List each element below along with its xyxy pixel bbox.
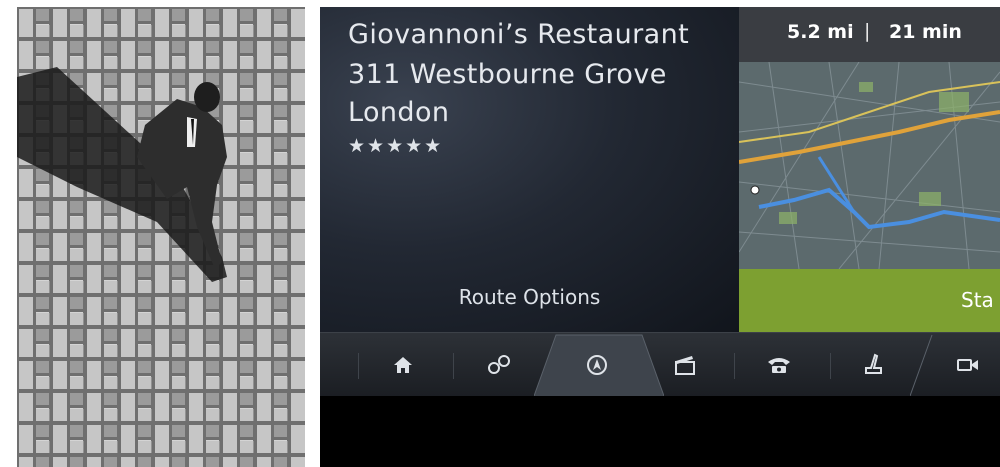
route-info-separator: | [864, 20, 871, 42]
nav-divider [453, 353, 454, 379]
street-photo [17, 7, 305, 467]
route-distance: 5.2 mi [787, 21, 854, 43]
destination-panel: Giovannoni’s Restaurant 311 Westbourne G… [320, 7, 739, 332]
nav-divider [830, 353, 831, 379]
bottom-nav-bar [320, 332, 1000, 396]
destination-street: 311 Westbourne Grove [348, 59, 667, 90]
phone-icon[interactable] [759, 345, 799, 385]
nav-tab-edge [910, 334, 933, 396]
rating-stars: ★★★★★ [348, 135, 444, 157]
route-info-bar: 5.2 mi | 21 min [739, 7, 1000, 62]
seat-icon[interactable] [853, 345, 893, 385]
clapperboard-icon[interactable] [665, 345, 705, 385]
navigation-icon[interactable] [577, 345, 617, 385]
home-icon[interactable] [383, 345, 423, 385]
screen-bottom-area [320, 396, 1000, 467]
destination-city: London [348, 97, 450, 128]
link-icon[interactable] [479, 345, 519, 385]
route-options-button[interactable]: Route Options [320, 285, 739, 309]
nav-divider [734, 353, 735, 379]
start-button-label: Sta [961, 288, 994, 312]
route-map-preview[interactable] [739, 62, 1000, 269]
nav-divider [358, 353, 359, 379]
infotainment-screen: Giovannoni’s Restaurant 311 Westbourne G… [320, 7, 1000, 467]
destination-name: Giovannoni’s Restaurant [348, 19, 690, 50]
start-button[interactable]: Sta [739, 269, 1000, 332]
route-duration: 21 min [889, 21, 962, 43]
video-camera-icon[interactable] [948, 345, 988, 385]
